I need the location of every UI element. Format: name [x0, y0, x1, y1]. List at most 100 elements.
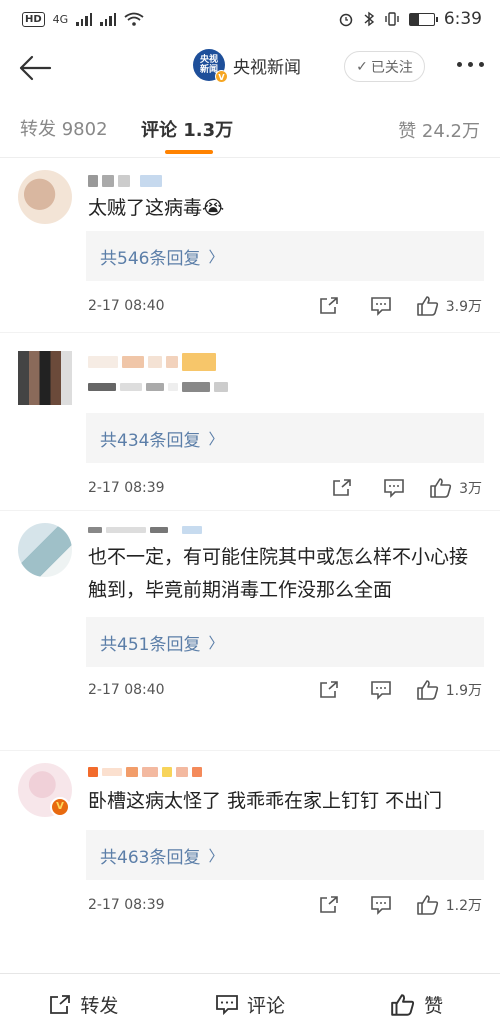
- like-count: 3万: [459, 481, 482, 497]
- share-button[interactable]: [331, 478, 353, 498]
- status-left: HD 4G: [22, 11, 144, 27]
- comment-text-blurred: [88, 375, 500, 399]
- status-bar: HD 4G 6:39: [0, 0, 500, 38]
- comment-meta: 2-17 08:40 1.9万: [88, 667, 500, 713]
- comment-time: 2-17 08:40: [88, 298, 165, 314]
- replies-link[interactable]: 共463条回复〉: [86, 830, 484, 880]
- hd-badge: HD: [22, 11, 45, 27]
- chevron-right-icon: 〉: [208, 633, 224, 652]
- comment-label: 评论: [247, 995, 286, 1017]
- comment-actions: 3.9万: [318, 281, 482, 331]
- thumbs-up-icon: [391, 993, 415, 1016]
- repost-label: 转发: [80, 995, 119, 1017]
- vibrate-icon: [385, 12, 399, 26]
- like-button[interactable]: 赞: [333, 991, 500, 1018]
- comment-meta: 2-17 08:40 3.9万: [88, 281, 500, 331]
- comment-text: 也不一定，有可能住院其中或怎么样不小心接触到，毕竟前期消毒工作没那么全面: [88, 546, 469, 601]
- channel-header[interactable]: 央视新闻 V 央视新闻: [193, 49, 301, 83]
- comment-item: 共434条回复〉 2-17 08:39 3万: [0, 333, 500, 511]
- replies-count: 共463条回复: [100, 847, 201, 868]
- share-icon: [50, 994, 71, 1014]
- tab-likes[interactable]: 赞 24.2万: [398, 117, 480, 143]
- comment-time: 2-17 08:40: [88, 682, 165, 698]
- comment-time: 2-17 08:39: [88, 897, 165, 913]
- comment-time: 2-17 08:39: [88, 480, 165, 496]
- comment-text: 太贼了这病毒😭: [88, 197, 225, 219]
- username-blurred[interactable]: [88, 763, 500, 781]
- reply-button[interactable]: [370, 296, 392, 316]
- top-nav: 央视新闻 V 央视新闻 ✓ 已关注: [0, 38, 500, 98]
- bluetooth-icon: [364, 11, 374, 27]
- replies-count: 共451条回复: [100, 634, 201, 655]
- channel-logo: 央视新闻 V: [193, 49, 228, 83]
- share-icon: [333, 479, 351, 496]
- reply-button[interactable]: [370, 895, 392, 915]
- tab-repost[interactable]: 转发 9802: [20, 115, 108, 141]
- share-icon: [319, 297, 338, 314]
- username-blurred[interactable]: [88, 170, 500, 192]
- comment-meta: 2-17 08:39 1.2万: [88, 880, 500, 930]
- channel-name: 央视新闻: [233, 57, 301, 78]
- like-button[interactable]: 3万: [429, 477, 482, 499]
- comment-icon: [370, 681, 391, 700]
- share-button[interactable]: [318, 895, 340, 915]
- like-count: 1.9万: [445, 683, 482, 699]
- comment-item: 太贼了这病毒😭 共546条回复〉 2-17 08:40 3.9万: [0, 158, 500, 333]
- username-blurred[interactable]: [88, 523, 500, 537]
- replies-count: 共434条回复: [100, 430, 201, 451]
- like-button[interactable]: 1.9万: [416, 679, 482, 701]
- bottom-action-bar: 转发 评论 赞: [0, 973, 500, 1035]
- signal-icon: [76, 12, 93, 26]
- thumbs-up-icon: [416, 680, 438, 700]
- comment-button[interactable]: 评论: [167, 991, 334, 1018]
- follow-button[interactable]: ✓ 已关注: [344, 51, 425, 82]
- username-blurred[interactable]: [88, 349, 500, 375]
- verified-badge-icon: V: [50, 797, 70, 817]
- alarm-icon: [339, 13, 353, 27]
- check-icon: ✓: [356, 58, 368, 75]
- like-count: 3.9万: [445, 299, 482, 315]
- thumbs-up-icon: [416, 296, 438, 316]
- share-button[interactable]: [318, 680, 340, 700]
- repost-button[interactable]: 转发: [0, 991, 167, 1018]
- comment-text: 卧槽这病太怪了 我乖乖在家上钉钉 不出门: [88, 790, 443, 812]
- comment-actions: 1.2万: [318, 880, 482, 930]
- replies-link[interactable]: 共434条回复〉: [86, 413, 484, 463]
- share-button[interactable]: [318, 296, 340, 316]
- comment-actions: 3万: [331, 463, 482, 513]
- chevron-right-icon: 〉: [208, 429, 224, 448]
- like-count: 1.2万: [445, 898, 482, 914]
- like-label: 赞: [424, 995, 444, 1017]
- replies-link[interactable]: 共546条回复〉: [86, 231, 484, 281]
- comment-item: V 卧槽这病太怪了 我乖乖在家上钉钉 不出门 共463条回复〉 2-17 08:…: [0, 751, 500, 966]
- comment-icon: [370, 896, 391, 915]
- comment-item: 也不一定，有可能住院其中或怎么样不小心接触到，毕竟前期消毒工作没那么全面 共45…: [0, 511, 500, 751]
- signal-icon: [100, 12, 117, 26]
- avatar[interactable]: [18, 351, 72, 405]
- replies-count: 共546条回复: [100, 248, 201, 269]
- comment-icon: [384, 479, 404, 498]
- comment-icon: [216, 994, 238, 1015]
- back-arrow-icon: [19, 55, 52, 81]
- replies-link[interactable]: 共451条回复〉: [86, 617, 484, 667]
- like-button[interactable]: 1.2万: [416, 894, 482, 916]
- comment-meta: 2-17 08:39 3万: [88, 463, 500, 513]
- more-menu-icon[interactable]: [457, 62, 484, 67]
- status-right: 6:39: [338, 9, 482, 29]
- battery-icon: [408, 12, 438, 26]
- reply-button[interactable]: [383, 478, 405, 498]
- comment-icon: [370, 297, 391, 316]
- thumbs-up-icon: [416, 895, 438, 915]
- avatar[interactable]: [18, 523, 72, 577]
- like-button[interactable]: 3.9万: [416, 295, 482, 317]
- tab-comments[interactable]: 评论 1.3万: [141, 116, 233, 154]
- avatar[interactable]: [18, 170, 72, 224]
- clock: 6:39: [443, 9, 482, 29]
- thumbs-up-icon: [430, 478, 452, 498]
- post-tabs: 转发 9802 评论 1.3万 赞 24.2万: [0, 98, 500, 158]
- reply-button[interactable]: [370, 680, 392, 700]
- wifi-icon: [124, 12, 144, 26]
- verified-badge-icon: V: [215, 70, 228, 83]
- back-button[interactable]: [18, 48, 58, 88]
- follow-label: 已关注: [370, 59, 413, 76]
